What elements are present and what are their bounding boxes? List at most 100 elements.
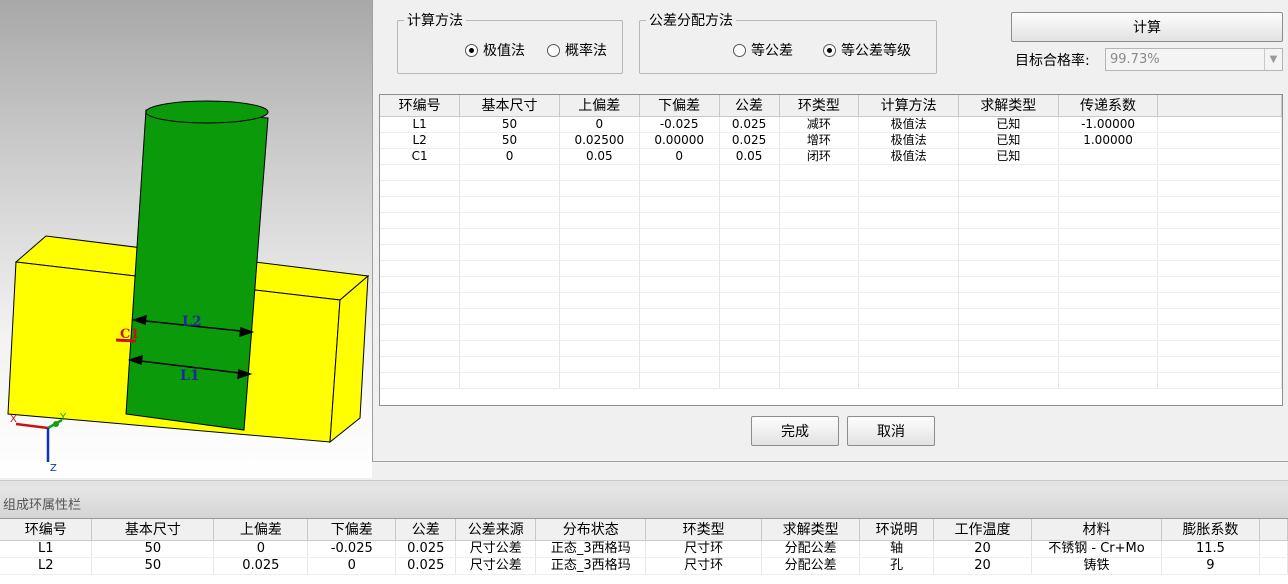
table-cell-empty [559,244,640,261]
table-cell-empty [1157,244,1282,261]
column-header[interactable]: 工作温度 [933,519,1032,541]
table-cell-empty [1157,212,1282,229]
done-button[interactable]: 完成 [751,416,839,446]
table-cell-empty [779,244,860,261]
column-header[interactable]: 求解类型 [958,95,1059,117]
table-cell: 减环 [779,116,860,133]
table-cell-empty [779,228,860,245]
table-cell-empty [779,372,860,389]
chain-grid[interactable]: 环编号 基本尺寸 上偏差 下偏差 公差 环类型 计算方法 求解类型 传递系数 L1 50 0 -0.0… [379,94,1283,406]
table-cell: L1 [380,116,461,133]
column-header[interactable]: 基本尺寸 [91,519,215,541]
table-cell: 0.025 [395,540,457,558]
table-cell-empty [639,276,720,293]
table-cell-empty [459,164,560,181]
table-cell: 20 [933,540,1032,558]
table-cell-empty [639,260,720,277]
dim-label-l2: L2 [182,314,202,330]
table-cell-empty [958,180,1059,197]
table-cell-empty [1157,196,1282,213]
table-cell-empty [1058,292,1159,309]
column-header[interactable]: 求解类型 [761,519,861,541]
tol-alloc-legend: 公差分配方法 [649,13,733,29]
table-cell-empty [1157,228,1282,245]
table-cell-empty [1157,116,1282,133]
table-cell: 9 [1161,557,1260,575]
column-header[interactable]: 基本尺寸 [459,95,560,117]
table-row[interactable]: L2 50 0.025 0 0.025 尺寸公差 正态_3西格玛 尺寸环 分配公差孔 20 铸铁 9 [0,557,1288,575]
shaft-top-face [145,100,269,124]
table-cell-empty [559,308,640,325]
table-cell: 20 [933,557,1032,575]
column-header[interactable]: 计算方法 [858,95,959,117]
column-header[interactable]: 材料 [1031,519,1162,541]
column-header[interactable]: 传递系数 [1058,95,1159,117]
table-cell-empty [858,308,959,325]
column-header[interactable]: 上偏差 [559,95,640,117]
table-cell-empty [380,228,461,245]
table-cell-empty [639,228,720,245]
table-cell: 0.05 [719,148,780,165]
table-row-empty [380,292,1282,309]
table-cell-empty [559,292,640,309]
table-cell: 0.025 [719,116,780,133]
table-row-empty [380,212,1282,229]
props-grid[interactable]: 环编号 基本尺寸 上偏差 下偏差 公差 公差来源 分布状态 环类型 求解类型 环说明 工作温度 材料膨… [0,518,1288,584]
table-cell-empty [1157,356,1282,373]
column-header[interactable]: 膨胀系数 [1161,519,1260,541]
table-cell-empty [779,196,860,213]
table-cell-empty [459,212,560,229]
table-cell: 尺寸环 [645,557,763,575]
table-cell: -0.025 [639,116,720,133]
table-cell-empty [559,340,640,357]
table-cell: 0.00000 [639,132,720,149]
calculate-button[interactable]: 计算 [1011,12,1283,42]
table-cell-empty [380,164,461,181]
table-row[interactable]: L2 50 0.02500 0.00000 0.025 增环 极值法 已知 1.00000 [380,132,1282,149]
radio-dot-extreme [465,43,478,57]
table-row[interactable]: L1 50 0 -0.025 0.025 减环 极值法 已知 -1.00000 [380,116,1282,133]
table-cell-empty [958,372,1059,389]
table-cell-empty [719,372,780,389]
table-cell-empty [719,260,780,277]
table-cell-empty [559,324,640,341]
column-header[interactable]: 分布状态 [535,519,647,541]
column-header[interactable]: 环编号 [380,95,461,117]
radio-equal-grade[interactable]: 等公差等级 [823,40,911,60]
table-row-empty [380,372,1282,389]
radio-probability[interactable]: 概率法 [547,40,607,60]
table-cell-empty [779,212,860,229]
table-cell-empty [639,164,720,181]
column-header[interactable]: 环类型 [645,519,763,541]
table-cell-empty [1157,164,1282,181]
table-cell-empty [958,340,1059,357]
column-header[interactable]: 公差来源 [455,519,537,541]
table-cell-empty [380,372,461,389]
column-header[interactable]: 环类型 [779,95,860,117]
table-row[interactable]: L1 50 0 -0.025 0.025 尺寸公差 正态_3西格玛 尺寸环 分配公差轴 20 不锈钢… [0,540,1288,558]
column-header[interactable]: 上偏差 [213,519,309,541]
target-rate-select[interactable]: 99.73% ▼ [1105,48,1283,71]
column-header[interactable]: 公差 [395,519,457,541]
table-row[interactable]: C1 0 0.05 0 0.05 闭环 极值法 已知 [380,148,1282,165]
radio-equal-tol[interactable]: 等公差 [733,40,793,60]
radio-extreme-value[interactable]: 极值法 [465,40,525,60]
cancel-button[interactable]: 取消 [847,416,935,446]
table-cell: 已知 [958,148,1059,165]
column-header[interactable]: 下偏差 [307,519,397,541]
table-cell: 0.02500 [559,132,640,149]
model-viewport[interactable]: L2 L1 C1 X Y Z [0,0,372,478]
table-cell: 已知 [958,132,1059,149]
table-cell-empty [1058,180,1159,197]
table-cell-empty [858,340,959,357]
column-header[interactable]: 环说明 [859,519,935,541]
column-header[interactable]: 下偏差 [639,95,720,117]
dim-label-l1: L1 [180,368,200,384]
column-header[interactable]: 公差 [719,95,780,117]
table-cell-empty [380,356,461,373]
chevron-down-icon[interactable]: ▼ [1264,49,1282,70]
table-cell-empty [858,260,959,277]
radio-dot-probability [547,43,560,57]
column-header[interactable]: 环编号 [0,519,93,541]
table-cell: 正态_3西格玛 [535,540,647,558]
